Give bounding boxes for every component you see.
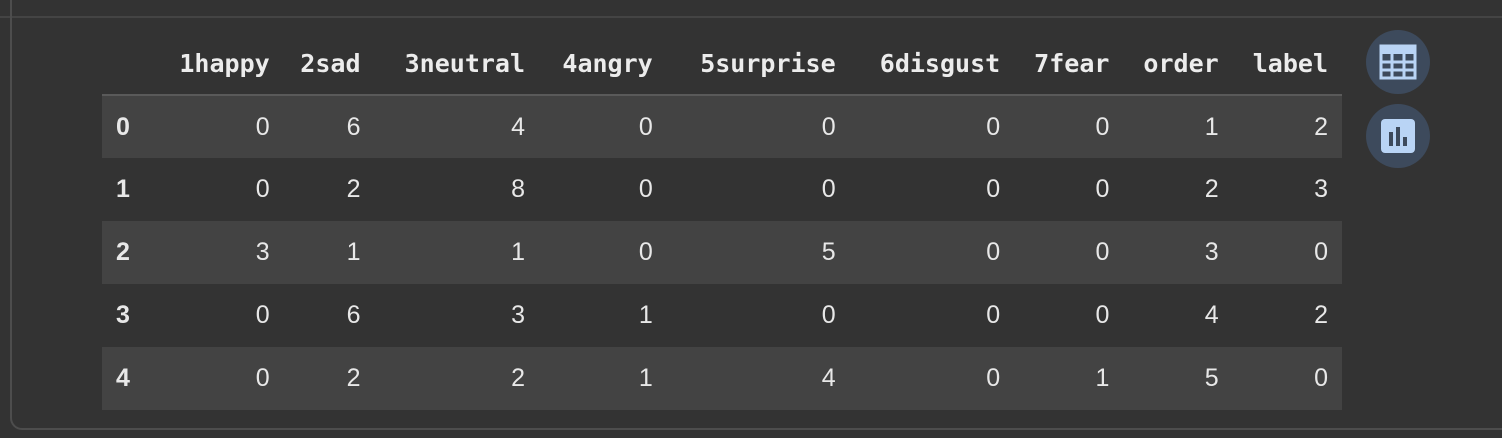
table-cell: 2: [346, 175, 361, 203]
table-cell: 0: [638, 238, 653, 266]
table-cell: 0: [821, 301, 836, 329]
table-cell: 0: [821, 112, 836, 141]
table-cell: 0: [255, 364, 270, 392]
suggest-charts-button[interactable]: [1366, 104, 1430, 168]
table-cell: 0: [821, 175, 836, 203]
table-cell: 4: [511, 112, 526, 141]
column-header: 7fear: [1014, 32, 1124, 96]
table-cell: 0: [255, 112, 270, 141]
table-cell: 0: [1095, 112, 1110, 141]
row-index: 1: [116, 175, 130, 203]
table-cell: 2: [511, 364, 526, 392]
table-cell: 1: [1204, 112, 1219, 141]
convert-to-interactive-table-button[interactable]: [1366, 30, 1430, 94]
bar-chart-icon: [1381, 119, 1415, 153]
column-header: 3neutral: [374, 32, 540, 96]
table-row: 2311050030: [102, 221, 1342, 284]
table-cell: 2: [346, 364, 361, 392]
table-cell: 1: [511, 238, 526, 266]
table-cell: 0: [1314, 364, 1328, 392]
table-icon: [1379, 44, 1417, 80]
column-header: order: [1123, 32, 1233, 96]
table-cell: 6: [346, 112, 361, 141]
table-cell: 1: [638, 301, 653, 329]
table-cell: 8: [511, 175, 526, 203]
table-cell: 1: [1095, 364, 1110, 392]
table-row: 0 0 6 4 0 0 0 0 1 2: [102, 95, 1342, 158]
table-cell: 0: [638, 112, 653, 141]
table-cell: 4: [1204, 301, 1219, 329]
table-cell: 6: [346, 301, 361, 329]
table-cell: 3: [1204, 238, 1219, 266]
row-index: 0: [116, 112, 130, 141]
table-cell: 2: [1204, 175, 1219, 203]
column-header: 5surprise: [666, 32, 850, 96]
table-cell: 0: [986, 238, 1001, 266]
table-cell: 0: [986, 301, 1001, 329]
dataframe-table: 1happy 2sad 3neutral 4angry 5surprise 6disgus…: [102, 32, 1342, 410]
table-cell: 1: [638, 364, 653, 392]
column-header: 6disgust: [849, 32, 1015, 96]
table-cell: 3: [255, 238, 270, 266]
table-cell: 0: [255, 175, 270, 203]
table-cell: 5: [1204, 364, 1219, 392]
column-header: 2sad: [283, 32, 375, 96]
table-cell: 3: [511, 301, 526, 329]
table-cell: 1: [346, 238, 361, 266]
column-header: label: [1232, 32, 1342, 96]
table-cell: 0: [1095, 238, 1110, 266]
table-cell: 2: [1314, 112, 1328, 141]
table-cell: 0: [1095, 175, 1110, 203]
row-index: 2: [116, 238, 130, 266]
column-header: 4angry: [539, 32, 667, 96]
table-cell: 0: [638, 175, 653, 203]
table-cell: 0: [986, 364, 1001, 392]
table-cell: 0: [986, 112, 1001, 141]
table-row: 3 0 6 3 1 0 0 0 4 2: [102, 284, 1342, 347]
table-cell: 0: [986, 175, 1001, 203]
column-header: 1happy: [156, 32, 284, 96]
table-header-row: 1happy 2sad 3neutral 4angry 5surprise 6disgus…: [102, 32, 1342, 96]
table-row: 4 0 2 2 1 4 0 1 5 0: [102, 347, 1342, 410]
table-cell: 2: [1314, 301, 1328, 329]
table-row: 1 0 2 8 0 0 0 0 2 3: [102, 158, 1342, 221]
table-cell: 0: [1314, 238, 1328, 266]
table-cell: 0: [1095, 301, 1110, 329]
table-cell: 4: [821, 364, 836, 392]
table-cell: 0: [255, 301, 270, 329]
table-body: 0064000012102800002323110500303063100042…: [102, 95, 1342, 410]
row-index: 3: [116, 301, 130, 329]
index-header: [102, 32, 156, 96]
row-index: 4: [116, 364, 130, 392]
table-cell: 5: [821, 238, 836, 266]
table-cell: 3: [1314, 175, 1328, 203]
